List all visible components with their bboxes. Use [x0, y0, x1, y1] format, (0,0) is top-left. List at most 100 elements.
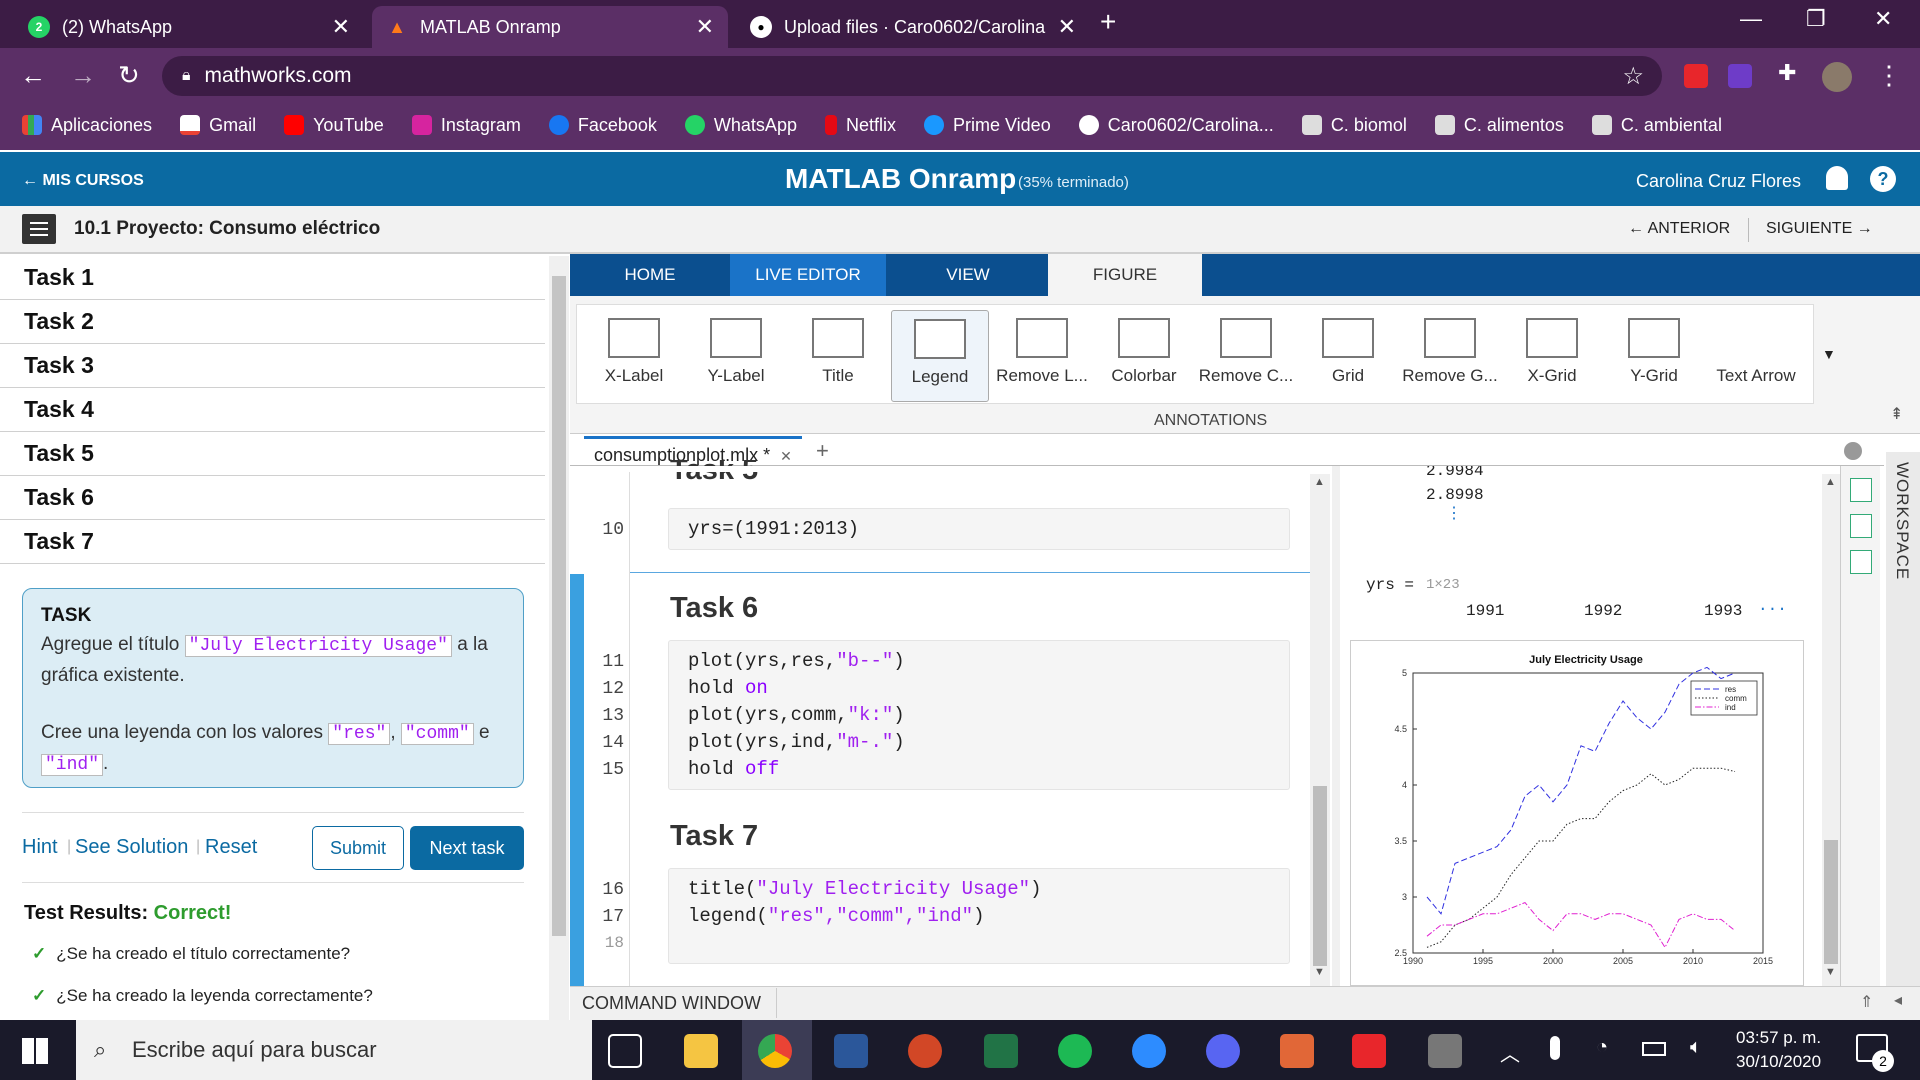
bookmark-netflix[interactable]: Netflix — [824, 115, 896, 136]
scroll-down-icon[interactable]: ▼ — [1314, 966, 1325, 978]
user-name[interactable]: Carolina Cruz Flores — [1636, 171, 1801, 192]
menu-dots-icon[interactable]: ⋮ — [1876, 60, 1902, 91]
user-icon[interactable] — [1826, 166, 1848, 190]
minimize-button[interactable]: — — [1740, 6, 1762, 32]
restore-button[interactable]: ❐ — [1806, 6, 1826, 32]
output-inline-icon[interactable] — [1850, 478, 1872, 502]
previous-button[interactable]: ← ANTERIOR — [1628, 220, 1730, 238]
new-tab-button[interactable]: + — [1100, 6, 1116, 38]
avatar[interactable] — [1822, 62, 1852, 92]
hamburger-menu-icon[interactable] — [22, 214, 56, 244]
splitter[interactable] — [1332, 466, 1340, 986]
figure-output[interactable]: July Electricity Usage 1990 1995 2000 2005 2… — [1350, 640, 1804, 986]
output-right-icon[interactable] — [1850, 514, 1872, 538]
collapse-icon[interactable]: ⇞ — [1890, 404, 1903, 424]
address-bar[interactable]: 🔒︎ mathworks.com ☆ — [162, 56, 1662, 96]
remove-legend-button[interactable]: Remove L... — [993, 310, 1091, 402]
workspace-label[interactable]: WORKSPACE — [1886, 452, 1918, 590]
close-icon[interactable]: ✕ — [696, 14, 714, 40]
vertical-ellipsis-icon[interactable]: ⋮ — [1446, 506, 1462, 522]
bookmark-gmail[interactable]: Gmail — [180, 115, 256, 136]
legend-button[interactable]: Legend — [891, 310, 989, 402]
bookmark-c-biomol[interactable]: C. biomol — [1301, 115, 1407, 136]
bookmark-c-alimentos[interactable]: C. alimentos — [1434, 115, 1564, 136]
close-icon[interactable]: ✕ — [1058, 14, 1076, 40]
grid-button[interactable]: Grid — [1299, 310, 1397, 402]
code-line-10[interactable]: yrs=(1991:2013) — [688, 518, 859, 540]
extension-icon[interactable] — [1684, 64, 1708, 88]
close-window-button[interactable]: ✕ — [1874, 6, 1892, 32]
scroll-down-icon[interactable]: ▼ — [1825, 966, 1836, 978]
add-tab-icon[interactable]: + — [816, 438, 829, 464]
volume-icon[interactable]: 🔈︎ — [1690, 1036, 1702, 1059]
ribbon-expand-icon[interactable]: ▼ — [1822, 346, 1836, 362]
remove-grid-button[interactable]: Remove G... — [1401, 310, 1499, 402]
reload-icon[interactable]: ↻ — [118, 60, 140, 91]
bookmark-instagram[interactable]: Instagram — [411, 115, 521, 136]
text-arrow-button[interactable]: Text Arrow — [1707, 310, 1805, 402]
scrollbar-thumb[interactable] — [1824, 840, 1838, 964]
chrome-icon[interactable] — [758, 1034, 792, 1068]
puzzle-icon[interactable]: ✚ — [1778, 60, 1796, 86]
spotify-icon[interactable] — [1058, 1034, 1092, 1068]
star-icon[interactable]: ☆ — [1622, 62, 1644, 91]
code-line-13[interactable]: plot(yrs,comm,"k:") — [688, 704, 905, 726]
discord-icon[interactable] — [1206, 1034, 1240, 1068]
bookmark-whatsapp[interactable]: WhatsApp — [684, 115, 797, 136]
x-label-button[interactable]: X-Label — [585, 310, 683, 402]
colorbar-button[interactable]: Colorbar — [1095, 310, 1193, 402]
tab-figure[interactable]: FIGURE — [1048, 254, 1202, 296]
powerpoint-icon[interactable] — [908, 1034, 942, 1068]
tex-app-icon[interactable] — [1428, 1034, 1462, 1068]
next-task-button[interactable]: Next task — [410, 826, 524, 870]
scroll-up-icon[interactable]: ▲ — [1825, 476, 1836, 488]
title-button[interactable]: Title — [789, 310, 887, 402]
tab-matlab-onramp[interactable]: ▲ MATLAB Onramp ✕ — [372, 6, 728, 48]
y-grid-button[interactable]: Y-Grid — [1605, 310, 1703, 402]
microphone-icon[interactable] — [1550, 1036, 1560, 1060]
bookmark-facebook[interactable]: Facebook — [548, 115, 657, 136]
extension-icon[interactable] — [1728, 64, 1752, 88]
my-courses-link[interactable]: ← MIS CURSOS — [22, 172, 144, 190]
code-line-17[interactable]: legend("res","comm","ind") — [688, 905, 984, 927]
file-explorer-icon[interactable] — [684, 1034, 718, 1068]
word-icon[interactable] — [834, 1034, 868, 1068]
y-label-button[interactable]: Y-Label — [687, 310, 785, 402]
matlab-taskbar-icon[interactable] — [1280, 1034, 1314, 1068]
options-icon[interactable] — [1844, 442, 1862, 460]
battery-icon[interactable] — [1642, 1042, 1666, 1056]
submit-button[interactable]: Submit — [312, 826, 404, 870]
close-icon[interactable]: ✕ — [780, 448, 792, 464]
scrollbar-thumb[interactable] — [552, 276, 566, 936]
tab-live-editor[interactable]: LIVE EDITOR — [730, 254, 886, 296]
horizontal-ellipsis-icon[interactable]: ··· — [1758, 600, 1787, 618]
task-item-1[interactable]: Task 1 — [0, 256, 545, 300]
command-window-label[interactable]: COMMAND WINDOW — [582, 993, 761, 1014]
see-solution-link[interactable]: See Solution — [75, 836, 188, 859]
close-icon[interactable]: ✕ — [332, 14, 350, 40]
task-view-icon[interactable] — [608, 1034, 642, 1068]
task-item-3[interactable]: Task 3 — [0, 344, 545, 388]
back-arrow-icon[interactable]: ← — [20, 60, 46, 91]
tab-home[interactable]: HOME — [580, 254, 720, 296]
tab-whatsapp[interactable]: 2 (2) WhatsApp ✕ — [14, 6, 364, 48]
help-icon[interactable]: ? — [1870, 166, 1896, 192]
hint-link[interactable]: Hint — [22, 836, 58, 859]
code-line-16[interactable]: title("July Electricity Usage") — [688, 878, 1041, 900]
scroll-up-icon[interactable]: ▲ — [1314, 476, 1325, 488]
bookmark-apps[interactable]: Aplicaciones — [22, 115, 152, 136]
reset-link[interactable]: Reset — [205, 836, 257, 859]
bookmark-youtube[interactable]: YouTube — [284, 115, 384, 136]
tab-github-upload[interactable]: ● Upload files · Caro0602/Carolina ✕ — [736, 6, 1090, 48]
task-item-2[interactable]: Task 2 — [0, 300, 545, 344]
hide-code-icon[interactable] — [1850, 550, 1872, 574]
command-window-bar[interactable] — [570, 986, 1920, 1020]
next-button[interactable]: SIGUIENTE → — [1766, 220, 1873, 238]
ce-app-icon[interactable] — [1352, 1034, 1386, 1068]
tab-view[interactable]: VIEW — [890, 254, 1046, 296]
excel-icon[interactable] — [984, 1034, 1018, 1068]
code-line-15[interactable]: hold off — [688, 758, 779, 780]
zoom-icon[interactable] — [1132, 1034, 1166, 1068]
windows-start-icon[interactable] — [22, 1038, 48, 1064]
chevron-up-icon[interactable]: ︿ — [1500, 1038, 1520, 1067]
